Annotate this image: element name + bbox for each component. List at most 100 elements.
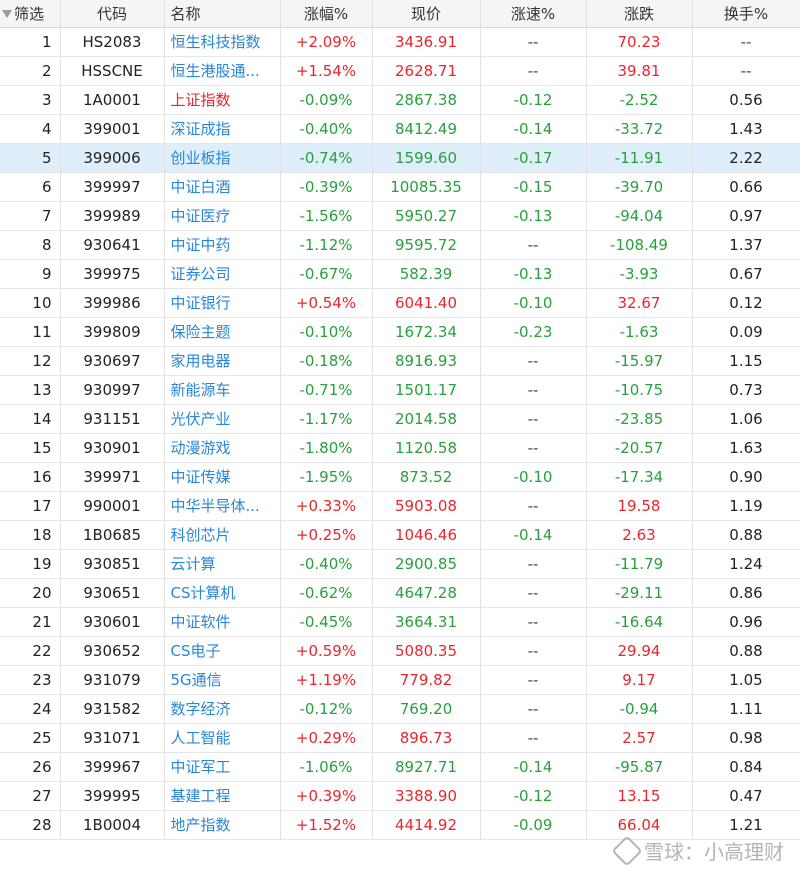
table-row[interactable]: 17 990001 中华半导体... +0.33% 5903.08 -- 19.58 1.19 <box>0 491 800 521</box>
cell-price: 8927.71 <box>372 752 481 782</box>
cell-name: 恒生科技指数 <box>164 27 281 57</box>
cell-change-pct: +0.29% <box>280 723 373 753</box>
cell-speed-pct: -0.13 <box>480 201 587 231</box>
table-row[interactable]: 15 930901 动漫游戏 -1.80% 1120.58 -- -20.57 1.63 <box>0 433 800 463</box>
cell-seq: 3 <box>0 85 61 115</box>
cell-price: 1672.34 <box>372 317 481 347</box>
cell-seq: 8 <box>0 230 61 260</box>
column-header-code[interactable]: 代码 <box>60 0 165 28</box>
table-row[interactable]: 13 930997 新能源车 -0.71% 1501.17 -- -10.75 0.73 <box>0 375 800 405</box>
table-row[interactable]: 4 399001 深证成指 -0.40% 8412.49 -0.14 -33.72 1.43 <box>0 114 800 144</box>
table-row[interactable]: 19 930851 云计算 -0.40% 2900.85 -- -11.79 1.24 <box>0 549 800 579</box>
table-row[interactable]: 9 399975 证券公司 -0.67% 582.39 -0.13 -3.93 0.67 <box>0 259 800 289</box>
cell-change: -17.34 <box>586 462 693 492</box>
cell-code: 399997 <box>60 172 165 202</box>
cell-change: -23.85 <box>586 404 693 434</box>
cell-seq: 1 <box>0 27 61 57</box>
cell-code: 399975 <box>60 259 165 289</box>
cell-seq: 26 <box>0 752 61 782</box>
table-row[interactable]: 20 930651 CS计算机 -0.62% 4647.28 -- -29.11 0.86 <box>0 578 800 608</box>
cell-code: 399986 <box>60 288 165 318</box>
cell-price: 2014.58 <box>372 404 481 434</box>
cell-speed-pct: -0.10 <box>480 462 587 492</box>
cell-name: 云计算 <box>164 549 281 579</box>
table-row[interactable]: 18 1B0685 科创芯片 +0.25% 1046.46 -0.14 2.63 0.88 <box>0 520 800 550</box>
table-row[interactable]: 11 399809 保险主题 -0.10% 1672.34 -0.23 -1.63 0.09 <box>0 317 800 347</box>
cell-seq: 13 <box>0 375 61 405</box>
column-header-speed-pct[interactable]: 涨速% <box>480 0 587 28</box>
column-header-turnover-pct[interactable]: 换手% <box>692 0 800 28</box>
cell-seq: 9 <box>0 259 61 289</box>
cell-turnover-pct: 0.88 <box>692 520 800 550</box>
table-row[interactable]: 26 399967 中证军工 -1.06% 8927.71 -0.14 -95.87 0.84 <box>0 752 800 782</box>
cell-change-pct: +1.52% <box>280 810 373 840</box>
cell-speed-pct: -0.14 <box>480 752 587 782</box>
cell-speed-pct: -- <box>480 433 587 463</box>
table-row[interactable]: 6 399997 中证白酒 -0.39% 10085.35 -0.15 -39.70 0.66 <box>0 172 800 202</box>
table-row[interactable]: 21 930601 中证软件 -0.45% 3664.31 -- -16.64 0.96 <box>0 607 800 637</box>
cell-speed-pct: -0.12 <box>480 781 587 811</box>
cell-price: 4414.92 <box>372 810 481 840</box>
cell-code: 930997 <box>60 375 165 405</box>
cell-code: 399809 <box>60 317 165 347</box>
cell-change-pct: +1.54% <box>280 56 373 86</box>
column-header-change[interactable]: 涨跌 <box>586 0 693 28</box>
table-row[interactable]: 25 931071 人工智能 +0.29% 896.73 -- 2.57 0.98 <box>0 723 800 753</box>
cell-code: 930601 <box>60 607 165 637</box>
cell-name: 5G通信 <box>164 665 281 695</box>
table-row[interactable]: 14 931151 光伏产业 -1.17% 2014.58 -- -23.85 1.06 <box>0 404 800 434</box>
cell-change-pct: -1.80% <box>280 433 373 463</box>
cell-price: 8412.49 <box>372 114 481 144</box>
cell-turnover-pct: 0.97 <box>692 201 800 231</box>
quote-table: 筛选 代码 名称 涨幅% 现价 涨速% 涨跌 换手% 1 HS2083 恒生科技指数… <box>0 0 800 840</box>
cell-change-pct: -0.62% <box>280 578 373 608</box>
cell-seq: 25 <box>0 723 61 753</box>
cell-name: 地产指数 <box>164 810 281 840</box>
column-header-change-pct[interactable]: 涨幅% <box>280 0 373 28</box>
table-row[interactable]: 23 931079 5G通信 +1.19% 779.82 -- 9.17 1.05 <box>0 665 800 695</box>
table-row[interactable]: 7 399989 中证医疗 -1.56% 5950.27 -0.13 -94.04 0.97 <box>0 201 800 231</box>
cell-price: 10085.35 <box>372 172 481 202</box>
cell-speed-pct: -- <box>480 56 587 86</box>
column-header-price[interactable]: 现价 <box>372 0 481 28</box>
cell-change-pct: -0.18% <box>280 346 373 376</box>
table-row[interactable]: 3 1A0001 上证指数 -0.09% 2867.38 -0.12 -2.52 0.56 <box>0 85 800 115</box>
table-row[interactable]: 27 399995 基建工程 +0.39% 3388.90 -0.12 13.15 0.47 <box>0 781 800 811</box>
table-row[interactable]: 8 930641 中证中药 -1.12% 9595.72 -- -108.49 1.37 <box>0 230 800 260</box>
xueqiu-logo-icon <box>611 834 643 867</box>
cell-price: 5080.35 <box>372 636 481 666</box>
cell-change: -94.04 <box>586 201 693 231</box>
cell-change-pct: +0.59% <box>280 636 373 666</box>
cell-speed-pct: -0.10 <box>480 288 587 318</box>
cell-speed-pct: -0.14 <box>480 114 587 144</box>
table-row[interactable]: 12 930697 家用电器 -0.18% 8916.93 -- -15.97 1.15 <box>0 346 800 376</box>
table-row[interactable]: 28 1B0004 地产指数 +1.52% 4414.92 -0.09 66.04 1.21 <box>0 810 800 840</box>
table-row[interactable]: 5 399006 创业板指 -0.74% 1599.60 -0.17 -11.91 2.22 <box>0 143 800 173</box>
cell-change-pct: -0.71% <box>280 375 373 405</box>
cell-price: 896.73 <box>372 723 481 753</box>
cell-seq: 28 <box>0 810 61 840</box>
cell-code: 399006 <box>60 143 165 173</box>
table-row[interactable]: 24 931582 数字经济 -0.12% 769.20 -- -0.94 1.11 <box>0 694 800 724</box>
table-row[interactable]: 10 399986 中证银行 +0.54% 6041.40 -0.10 32.67 0.12 <box>0 288 800 318</box>
table-row[interactable]: 1 HS2083 恒生科技指数 +2.09% 3436.91 -- 70.23 -- <box>0 27 800 57</box>
cell-turnover-pct: 1.06 <box>692 404 800 434</box>
cell-change: -0.94 <box>586 694 693 724</box>
cell-turnover-pct: -- <box>692 56 800 86</box>
cell-seq: 21 <box>0 607 61 637</box>
cell-turnover-pct: 0.66 <box>692 172 800 202</box>
cell-change: -10.75 <box>586 375 693 405</box>
cell-name: 中证中药 <box>164 230 281 260</box>
cell-price: 2628.71 <box>372 56 481 86</box>
cell-seq: 27 <box>0 781 61 811</box>
table-row[interactable]: 2 HSSCNE 恒生港股通... +1.54% 2628.71 -- 39.81 -- <box>0 56 800 86</box>
cell-turnover-pct: 1.43 <box>692 114 800 144</box>
cell-seq: 22 <box>0 636 61 666</box>
cell-price: 8916.93 <box>372 346 481 376</box>
table-row[interactable]: 16 399971 中证传媒 -1.95% 873.52 -0.10 -17.34 0.90 <box>0 462 800 492</box>
table-row[interactable]: 22 930652 CS电子 +0.59% 5080.35 -- 29.94 0.88 <box>0 636 800 666</box>
column-header-name[interactable]: 名称 <box>164 0 281 28</box>
cell-turnover-pct: 0.90 <box>692 462 800 492</box>
cell-change: 70.23 <box>586 27 693 57</box>
filter-header[interactable]: 筛选 <box>0 0 61 28</box>
